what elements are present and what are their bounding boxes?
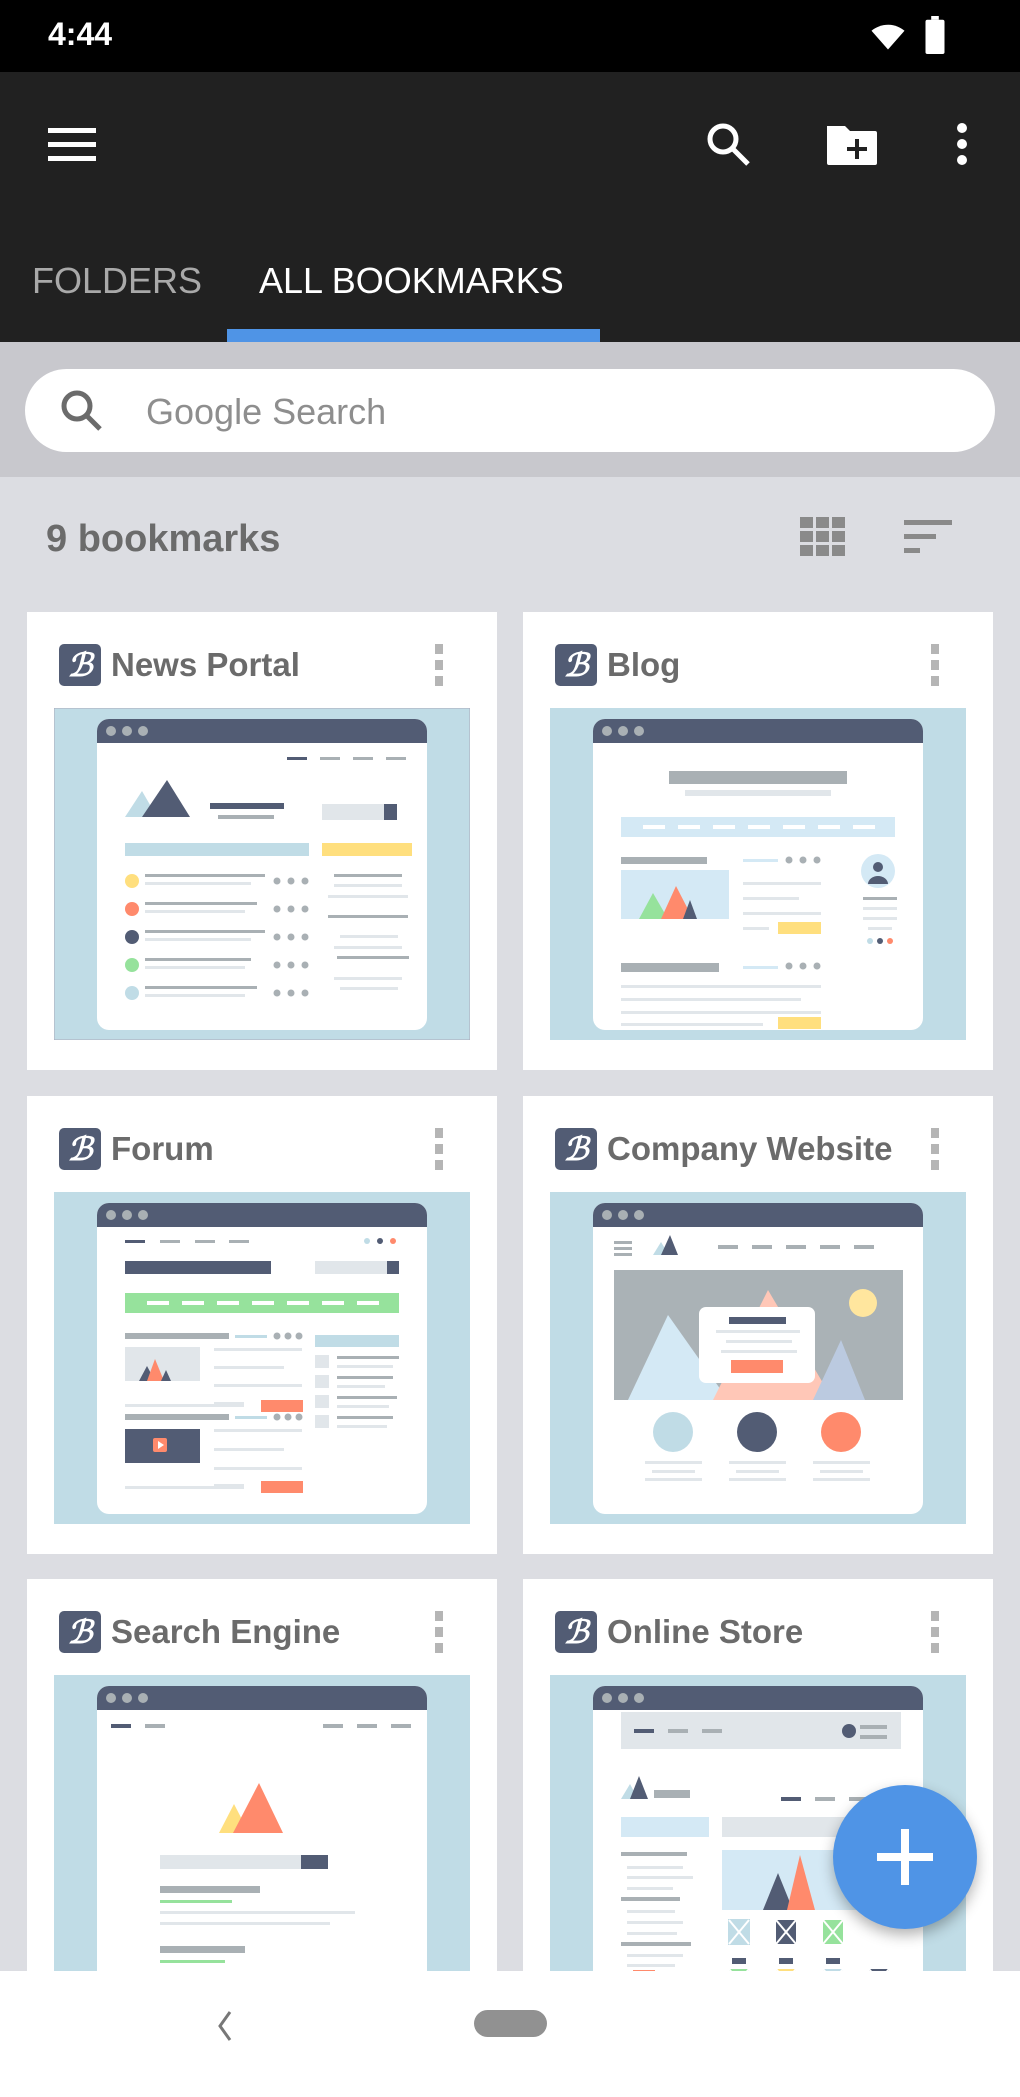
- page-thumbnail[interactable]: [54, 708, 470, 1040]
- bookmark-title: Company Website: [607, 1130, 893, 1167]
- active-tab-indicator: [227, 329, 600, 342]
- more-vert-icon[interactable]: [925, 1609, 945, 1655]
- bookmark-title: Search Engine: [111, 1613, 341, 1650]
- bookmark-title: Blog: [607, 646, 681, 683]
- system-nav-bar: [0, 1971, 1020, 2097]
- tab-folders[interactable]: FOLDERS: [32, 260, 202, 302]
- menu-icon: [48, 128, 96, 161]
- search-area: Google Search: [0, 342, 1020, 477]
- grid-view-icon[interactable]: [800, 517, 846, 557]
- google-search-input[interactable]: Google Search: [25, 369, 995, 452]
- wifi-icon: [871, 24, 905, 50]
- bookmark-logo: ℬ: [59, 1611, 101, 1653]
- bookmark-title: Forum: [111, 1130, 214, 1167]
- more-vert-icon[interactable]: [429, 1126, 449, 1172]
- bookmark-logo: ℬ: [59, 644, 101, 686]
- bookmark-logo: ℬ: [555, 1611, 597, 1653]
- new-folder-icon: [827, 126, 877, 165]
- page-thumbnail[interactable]: [54, 1192, 470, 1524]
- page-thumbnail[interactable]: [550, 708, 966, 1040]
- bookmark-logo: ℬ: [555, 1128, 597, 1170]
- more-vert-icon[interactable]: [429, 642, 449, 688]
- bookmark-logo: ℬ: [555, 644, 597, 686]
- bookmark-card[interactable]: ℬ Company Website: [523, 1096, 993, 1554]
- more-vert-icon: [957, 123, 967, 165]
- bookmark-logo: ℬ: [59, 1128, 101, 1170]
- back-icon[interactable]: [212, 2009, 238, 2043]
- search-placeholder: Google Search: [146, 391, 387, 432]
- add-bookmark-button[interactable]: [833, 1785, 977, 1929]
- menu-button[interactable]: [40, 112, 104, 176]
- search-icon: [61, 390, 102, 431]
- bookmark-card[interactable]: ℬ Blog: [523, 612, 993, 1070]
- battery-icon: [925, 16, 945, 54]
- more-options-button[interactable]: [930, 112, 994, 176]
- search-icon: [707, 123, 750, 166]
- page-thumbnail[interactable]: [54, 1675, 470, 2007]
- home-pill[interactable]: [474, 2010, 547, 2037]
- status-time: 4:44: [48, 16, 113, 52]
- sort-icon[interactable]: [904, 520, 952, 556]
- search-button[interactable]: [696, 112, 760, 176]
- new-folder-button[interactable]: [820, 112, 884, 176]
- bookmark-card[interactable]: ℬ News Portal: [27, 612, 497, 1070]
- bookmark-title: Online Store: [607, 1613, 804, 1650]
- app-bar: FOLDERS ALL BOOKMARKS: [0, 72, 1020, 342]
- bookmark-card[interactable]: ℬ Search Engine: [27, 1579, 497, 2037]
- bookmark-count: 9 bookmarks: [46, 518, 281, 560]
- bookmark-card[interactable]: ℬ Forum: [27, 1096, 497, 1554]
- plus-icon: [877, 1829, 933, 1885]
- more-vert-icon[interactable]: [429, 1609, 449, 1655]
- tab-all-bookmarks[interactable]: ALL BOOKMARKS: [259, 260, 564, 302]
- page-thumbnail[interactable]: [550, 1192, 966, 1524]
- more-vert-icon[interactable]: [925, 642, 945, 688]
- status-bar: 4:44: [0, 0, 1020, 72]
- more-vert-icon[interactable]: [925, 1126, 945, 1172]
- bookmark-title: News Portal: [111, 646, 300, 683]
